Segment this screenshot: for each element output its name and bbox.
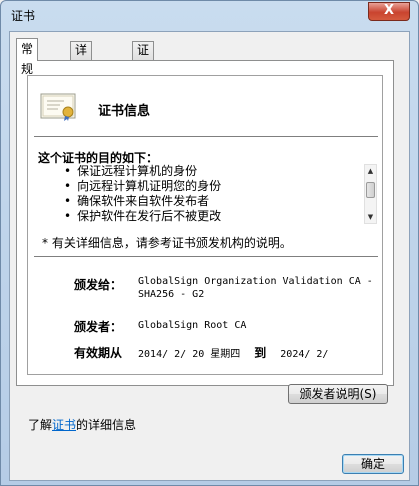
close-button[interactable]: X: [368, 2, 410, 21]
window-title: 证书: [11, 9, 36, 23]
validity-row: 有效期从 2014/ 2/ 20 星期四 到 2024/ 2/: [74, 344, 384, 361]
valid-from: 2014/ 2/ 20 星期四: [138, 349, 241, 360]
list-item: 确保软件来自软件发布者: [64, 194, 354, 209]
note-text: * 有关详细信息，请参考证书颁发机构的说明。: [42, 236, 292, 250]
title-bar[interactable]: 证书 X: [1, 1, 418, 29]
purpose-scrollbar[interactable]: ▲ ▼: [364, 164, 377, 224]
tab-details[interactable]: 详细信息: [70, 41, 93, 108]
divider: [34, 256, 378, 257]
divider: [34, 136, 378, 137]
info-title: 证书信息: [98, 104, 151, 119]
scroll-thumb[interactable]: [366, 182, 375, 198]
valid-to: 2024/ 2/: [280, 349, 329, 360]
issued-to-label: 颁发给：: [74, 278, 123, 292]
certificate-info-box: 证书信息 这个证书的目的如下： 保证远程计算机的身份 向远程计算机证明您的身份 …: [27, 75, 383, 375]
tab-certification-path[interactable]: 证书路径: [132, 41, 155, 108]
tab-general[interactable]: 常规: [16, 38, 39, 76]
scroll-down-icon[interactable]: ▼: [365, 211, 376, 223]
learn-prefix: 了解: [28, 418, 53, 432]
issued-to-value: GlobalSign Organization Validation CA - …: [138, 276, 373, 300]
certificate-dialog: 证书 X 常规 详细信息 证书路径 证书信息: [0, 0, 419, 486]
learn-suffix: 的详细信息: [76, 418, 137, 432]
issuer-statement-button[interactable]: 颁发者说明(S): [288, 384, 388, 404]
certificate-icon: [40, 93, 76, 121]
scroll-up-icon[interactable]: ▲: [365, 165, 376, 177]
general-tab-panel: 证书信息 这个证书的目的如下： 保证远程计算机的身份 向远程计算机证明您的身份 …: [16, 60, 394, 386]
list-item: 保证远程计算机的身份: [64, 164, 354, 179]
issued-by-value: GlobalSign Root CA: [138, 320, 247, 331]
list-item: 保护软件在发行后不被更改: [64, 209, 354, 224]
validity-to-label: 到: [254, 346, 267, 360]
validity-label: 有效期从: [74, 346, 123, 360]
issued-by-label: 颁发者：: [74, 320, 123, 334]
list-item: 向远程计算机证明您的身份: [64, 179, 354, 194]
purpose-list: 保证远程计算机的身份 向远程计算机证明您的身份 确保软件来自软件发布者 保护软件…: [64, 164, 354, 224]
ok-button[interactable]: 确定: [342, 454, 404, 474]
dialog-client-area: 常规 详细信息 证书路径 证书信息 这个证书的目的如下： 保: [9, 31, 410, 481]
close-icon: X: [383, 3, 395, 18]
learn-more-line: 了解证书的详细信息: [28, 416, 136, 433]
learn-more-link[interactable]: 证书: [52, 418, 76, 432]
